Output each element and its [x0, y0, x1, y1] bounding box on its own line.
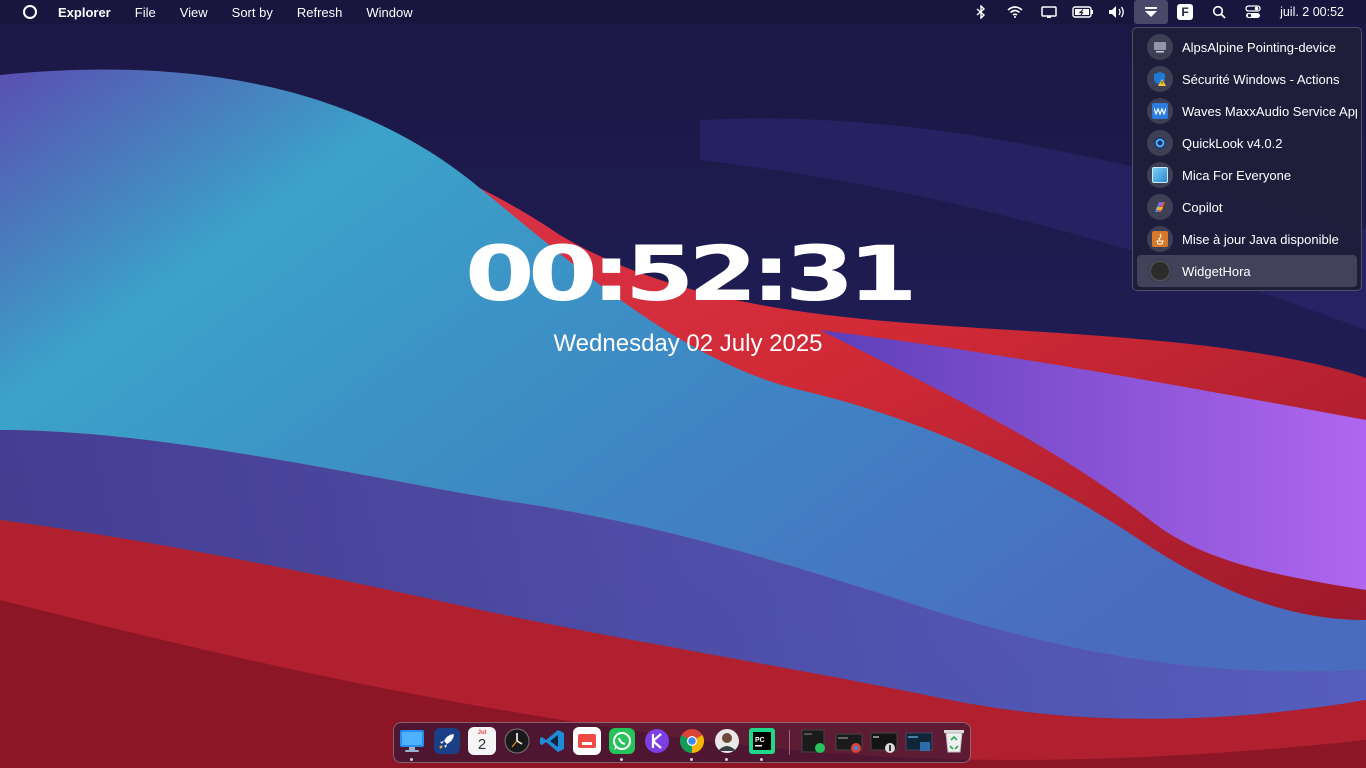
- running-indicator: [760, 758, 763, 761]
- f-app-icon[interactable]: F: [1168, 0, 1202, 24]
- pycharm-icon[interactable]: PC: [748, 727, 776, 755]
- menu-window[interactable]: Window: [366, 5, 412, 20]
- avatar-app-icon[interactable]: [713, 727, 741, 755]
- running-indicator: [410, 758, 413, 761]
- calendar-icon[interactable]: Jul 2: [468, 727, 496, 755]
- chrome-icon[interactable]: [678, 727, 706, 755]
- tray-item-label: AlpsAlpine Pointing-device: [1182, 39, 1336, 55]
- chrome-window-thumbnail-2[interactable]: [870, 727, 898, 755]
- svg-text:PC: PC: [755, 737, 765, 744]
- tray-item-alpsalpine[interactable]: AlpsAlpine Pointing-device: [1137, 31, 1357, 63]
- menu-bar: Explorer File View Sort by Refresh Windo…: [0, 0, 1366, 24]
- battery-icon[interactable]: [1066, 0, 1100, 24]
- running-indicator: [690, 758, 693, 761]
- control-center-icon[interactable]: [1236, 0, 1270, 24]
- display-icon[interactable]: [1032, 0, 1066, 24]
- quicklook-icon: [1147, 130, 1173, 156]
- vscode-icon[interactable]: [538, 727, 566, 755]
- menu-file[interactable]: File: [135, 5, 156, 20]
- launchpad-rocket-icon[interactable]: [433, 727, 461, 755]
- tray-item-label: Mica For Everyone: [1182, 167, 1292, 183]
- tray-item-copilot[interactable]: Copilot: [1137, 191, 1357, 223]
- menu-bar-clock[interactable]: juil. 2 00:52: [1270, 5, 1366, 19]
- menu-sort-by[interactable]: Sort by: [232, 5, 273, 20]
- tray-item-label: QuickLook v4.0.2: [1182, 135, 1283, 151]
- copilot-icon: [1147, 194, 1173, 220]
- whatsapp-window-thumbnail[interactable]: [800, 727, 828, 755]
- kotlin-app-icon[interactable]: [643, 727, 671, 755]
- tray-item-windows-security[interactable]: Sécurité Windows - Actions: [1137, 63, 1357, 95]
- tray-overflow-icon[interactable]: [1134, 0, 1169, 24]
- tray-item-label: Waves MaxxAudio Service Appl: [1182, 103, 1357, 119]
- mica-icon: [1147, 162, 1173, 188]
- terminal-window-thumbnail[interactable]: [905, 727, 933, 755]
- menu-bar-tray: F juil. 2 00:52: [964, 0, 1366, 24]
- menu-refresh[interactable]: Refresh: [297, 5, 343, 20]
- recycle-bin-icon[interactable]: [940, 727, 968, 755]
- tray-item-waves-maxxaudio[interactable]: Waves MaxxAudio Service Appl: [1137, 95, 1357, 127]
- dock-separator: [789, 730, 790, 755]
- bluetooth-icon[interactable]: [964, 0, 998, 24]
- start-logo-icon[interactable]: [23, 5, 37, 19]
- widget-time: 00:52:31: [464, 229, 918, 318]
- tray-item-quicklook[interactable]: QuickLook v4.0.2: [1137, 127, 1357, 159]
- tray-item-mica-for-everyone[interactable]: Mica For Everyone: [1137, 159, 1357, 191]
- menu-view[interactable]: View: [180, 5, 208, 20]
- calendar-day: 2: [477, 736, 487, 753]
- tray-item-label: Copilot: [1182, 199, 1223, 215]
- waves-audio-icon: [1147, 98, 1173, 124]
- running-indicator: [620, 758, 623, 761]
- whatsapp-icon[interactable]: [608, 727, 636, 755]
- volume-icon[interactable]: [1100, 0, 1134, 24]
- chrome-window-thumbnail[interactable]: [835, 727, 863, 755]
- search-icon[interactable]: [1202, 0, 1236, 24]
- widget-date: Wednesday 02 July 2025: [553, 330, 823, 357]
- running-indicator: [725, 758, 728, 761]
- screen-recorder-icon[interactable]: [573, 727, 601, 755]
- tray-item-label: Sécurité Windows - Actions: [1182, 71, 1340, 87]
- dock: Jul 2 PC: [393, 722, 971, 763]
- windows-security-icon: [1147, 66, 1173, 92]
- finder-icon[interactable]: [398, 727, 426, 755]
- alps-pointing-icon: [1147, 34, 1173, 60]
- wifi-icon[interactable]: [998, 0, 1032, 24]
- active-app-name[interactable]: Explorer: [58, 5, 111, 20]
- clock-icon[interactable]: [503, 727, 531, 755]
